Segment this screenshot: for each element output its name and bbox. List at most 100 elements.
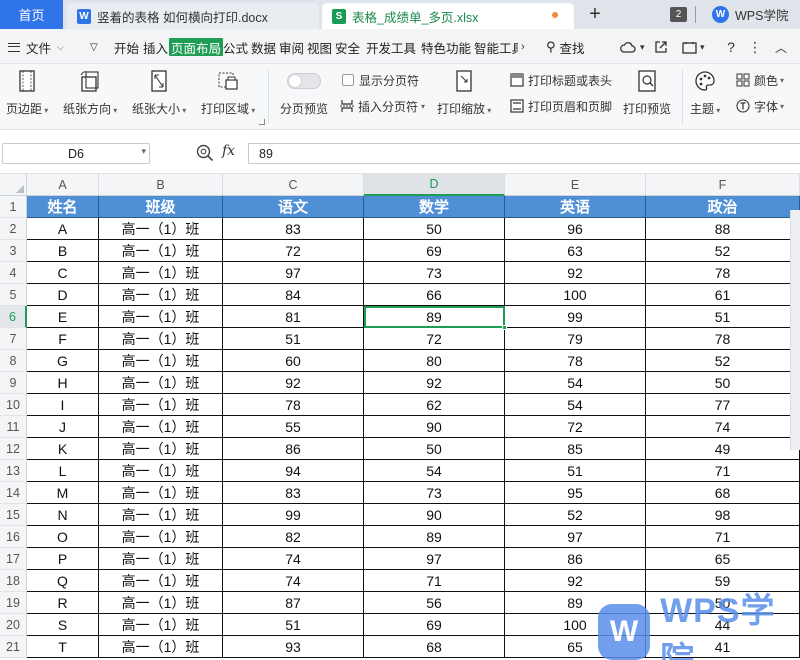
table-cell[interactable]: 71 xyxy=(646,460,800,482)
row-header-19[interactable]: 19 xyxy=(0,592,27,614)
table-cell[interactable]: N xyxy=(27,504,99,526)
fonts-button[interactable]: 字体 ▾ xyxy=(736,98,784,114)
table-cell[interactable]: 90 xyxy=(364,416,505,438)
table-cell[interactable]: 74 xyxy=(646,416,800,438)
table-cell[interactable]: 高一（1）班 xyxy=(99,328,223,350)
table-cell[interactable]: 63 xyxy=(505,240,646,262)
table-cell[interactable]: 49 xyxy=(646,438,800,460)
table-cell[interactable]: K xyxy=(27,438,99,460)
table-cell[interactable]: 高一（1）班 xyxy=(99,614,223,636)
table-cell[interactable]: 65 xyxy=(646,548,800,570)
column-header-d[interactable]: D xyxy=(364,174,505,196)
tab-xls-file[interactable]: S 表格_成绩单_多页.xlsx xyxy=(322,3,574,29)
table-cell[interactable]: 54 xyxy=(364,460,505,482)
table-cell[interactable]: 高一（1）班 xyxy=(99,350,223,372)
table-cell[interactable]: I xyxy=(27,394,99,416)
tab-doc-file[interactable]: W 竖着的表格 如何横向打印.docx xyxy=(67,3,319,29)
fill-handle[interactable] xyxy=(502,325,507,330)
table-cell[interactable]: 62 xyxy=(364,394,505,416)
table-cell[interactable]: 87 xyxy=(223,592,364,614)
search-button[interactable]: ⚲ 查找 xyxy=(546,38,585,56)
table-cell[interactable]: 73 xyxy=(364,482,505,504)
menu-more-icon[interactable]: › xyxy=(521,38,525,56)
table-cell[interactable]: 72 xyxy=(364,328,505,350)
table-cell[interactable]: 90 xyxy=(364,504,505,526)
margins-button[interactable]: 页边距 xyxy=(6,69,48,117)
paper-size-button[interactable]: 纸张大小 xyxy=(132,69,186,117)
collapse-ribbon-icon[interactable]: ︿ xyxy=(774,38,788,56)
layout-icon[interactable] xyxy=(680,38,698,56)
column-header-f[interactable]: F xyxy=(646,174,800,196)
row-header-11[interactable]: 11 xyxy=(0,416,27,438)
table-cell[interactable]: 高一（1）班 xyxy=(99,636,223,658)
file-menu[interactable]: 文件 ⌵ xyxy=(8,38,64,56)
table-cell[interactable]: O xyxy=(27,526,99,548)
table-cell[interactable]: 82 xyxy=(223,526,364,548)
new-tab-button[interactable]: + xyxy=(584,2,606,26)
table-cell[interactable]: 92 xyxy=(505,262,646,284)
table-cell[interactable]: 68 xyxy=(646,482,800,504)
table-cell[interactable]: 80 xyxy=(364,350,505,372)
row-header-13[interactable]: 13 xyxy=(0,460,27,482)
row-header-5[interactable]: 5 xyxy=(0,284,27,306)
row-header-10[interactable]: 10 xyxy=(0,394,27,416)
table-cell[interactable]: 96 xyxy=(505,218,646,240)
formula-input[interactable]: 89 xyxy=(248,143,800,164)
table-cell[interactable]: 83 xyxy=(223,218,364,240)
table-cell[interactable]: 73 xyxy=(364,262,505,284)
more-options-icon[interactable]: ⋮ xyxy=(748,38,762,56)
menu-developer[interactable]: 开发工具 xyxy=(366,38,416,56)
header-cell-c[interactable]: 语文 xyxy=(223,196,364,218)
table-cell[interactable]: 55 xyxy=(223,416,364,438)
table-cell[interactable]: 86 xyxy=(223,438,364,460)
insert-function-button[interactable]: fx xyxy=(222,143,235,159)
table-cell[interactable]: 99 xyxy=(223,504,364,526)
table-cell[interactable]: 高一（1）班 xyxy=(99,284,223,306)
wps-academy-link[interactable]: W WPS学院 xyxy=(712,4,788,24)
row-header-1[interactable]: 1 xyxy=(0,196,27,218)
table-cell[interactable]: 52 xyxy=(646,240,800,262)
table-cell[interactable]: B xyxy=(27,240,99,262)
row-header-15[interactable]: 15 xyxy=(0,504,27,526)
table-cell[interactable]: Q xyxy=(27,570,99,592)
column-header-b[interactable]: B xyxy=(99,174,223,196)
select-all-corner[interactable] xyxy=(0,174,27,196)
column-header-a[interactable]: A xyxy=(27,174,99,196)
layout-dropdown-icon[interactable]: ▾ xyxy=(700,38,705,56)
table-cell[interactable]: A xyxy=(27,218,99,240)
table-cell[interactable]: 高一（1）班 xyxy=(99,548,223,570)
table-cell[interactable]: 78 xyxy=(505,350,646,372)
table-cell[interactable]: 56 xyxy=(364,592,505,614)
header-cell-d[interactable]: 数学 xyxy=(364,196,505,218)
table-cell[interactable]: 77 xyxy=(646,394,800,416)
table-cell[interactable]: 高一（1）班 xyxy=(99,394,223,416)
table-cell[interactable]: 92 xyxy=(505,570,646,592)
table-cell[interactable]: 88 xyxy=(646,218,800,240)
table-cell[interactable]: 85 xyxy=(505,438,646,460)
row-header-21[interactable]: 21 xyxy=(0,636,27,658)
table-cell[interactable]: 71 xyxy=(646,526,800,548)
row-header-16[interactable]: 16 xyxy=(0,526,27,548)
table-cell[interactable]: 51 xyxy=(505,460,646,482)
row-header-12[interactable]: 12 xyxy=(0,438,27,460)
menu-home[interactable]: 开始 xyxy=(114,38,139,56)
row-header-3[interactable]: 3 xyxy=(0,240,27,262)
row-header-4[interactable]: 4 xyxy=(0,262,27,284)
page-break-preview-button[interactable]: 分页预览 xyxy=(280,69,328,117)
table-cell[interactable]: 99 xyxy=(505,306,646,328)
table-cell[interactable]: 高一（1）班 xyxy=(99,526,223,548)
table-cell[interactable]: L xyxy=(27,460,99,482)
cloud-sync-icon[interactable] xyxy=(618,38,638,56)
table-cell[interactable]: 52 xyxy=(505,504,646,526)
menu-insert[interactable]: 插入 xyxy=(143,38,168,56)
zoom-search-icon[interactable] xyxy=(196,144,214,162)
table-cell[interactable]: 51 xyxy=(646,306,800,328)
table-cell[interactable]: 高一（1）班 xyxy=(99,416,223,438)
table-cell[interactable]: J xyxy=(27,416,99,438)
table-cell[interactable]: 72 xyxy=(505,416,646,438)
table-cell[interactable]: 78 xyxy=(223,394,364,416)
table-cell[interactable]: 69 xyxy=(364,240,505,262)
print-titles-button[interactable]: 打印标题或表头 xyxy=(510,72,612,88)
table-cell[interactable]: R xyxy=(27,592,99,614)
table-cell[interactable]: 61 xyxy=(646,284,800,306)
